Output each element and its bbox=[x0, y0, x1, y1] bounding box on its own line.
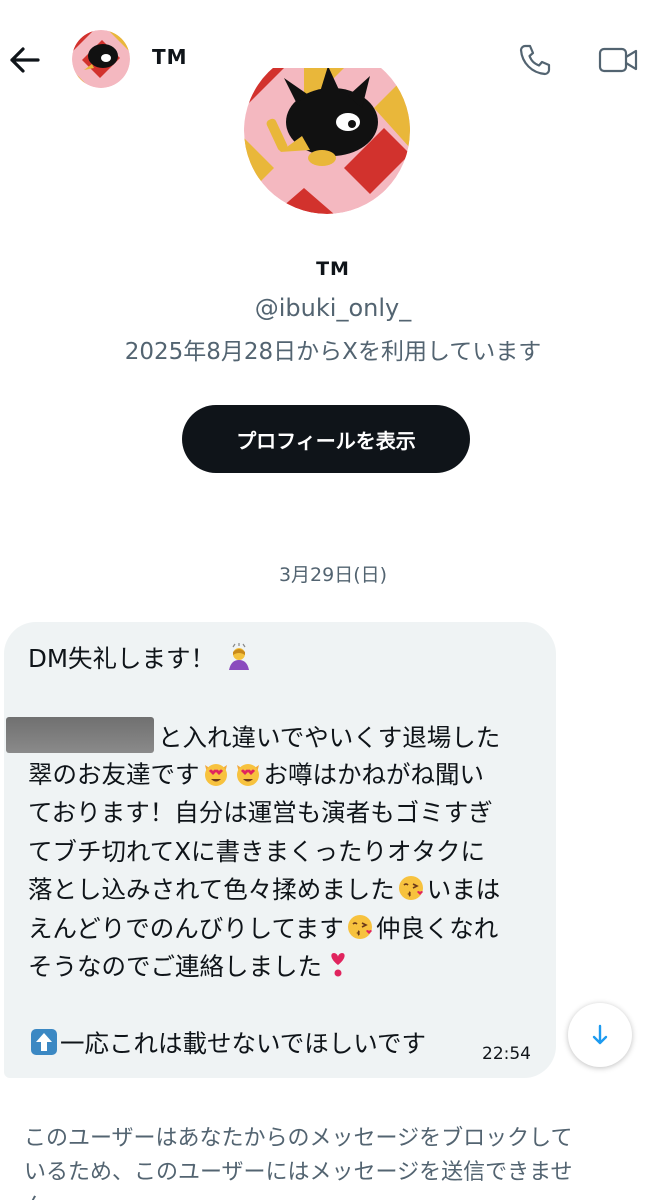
heart-eyes-cat-emoji-icon bbox=[236, 763, 259, 786]
phone-icon bbox=[519, 44, 551, 76]
blocked-notice-line: ん。 bbox=[24, 1190, 644, 1200]
profile-name: TM bbox=[316, 258, 350, 280]
message-line: いまは bbox=[426, 875, 501, 904]
message-line: えんどりでのんびりしてます bbox=[28, 913, 344, 943]
face-blowing-kiss-emoji-icon bbox=[398, 876, 423, 900]
message-line: てブチ切れてXに書きまくったりオタクに bbox=[28, 836, 486, 866]
message-line: ております！自分は運営も演者もゴミすぎ bbox=[28, 798, 493, 827]
redacted-text bbox=[6, 717, 154, 753]
message-line: 一応これは載せないでほしいです bbox=[60, 1029, 427, 1058]
person-bowing-emoji-icon bbox=[228, 643, 249, 670]
message-timestamp: 22:54 bbox=[482, 1044, 531, 1064]
view-profile-button[interactable]: プロフィールを表示 bbox=[182, 405, 470, 473]
message-text: DM失礼します！ と入れ違いでやいくす退場した 翠のお友達です お噂はかねがね聞… bbox=[6, 640, 538, 1064]
arrow-left-icon bbox=[10, 47, 40, 73]
video-call-button[interactable] bbox=[596, 40, 640, 80]
dm-conversation-screen: TM TM @ibuki_only_ 2025年8月28日からXを利用しています… bbox=[0, 0, 666, 1200]
header-username[interactable]: TM bbox=[152, 45, 188, 69]
message-line: そうなのでご連絡しました bbox=[28, 952, 322, 981]
message-line: 仲良くなれ bbox=[375, 913, 499, 943]
heart-exclamation-emoji-icon bbox=[331, 953, 345, 977]
profile-joined-date: 2025年8月28日からXを利用しています bbox=[124, 339, 542, 365]
arrow-down-icon bbox=[592, 1024, 608, 1045]
message-bubble[interactable]: DM失礼します！ と入れ違いでやいくす退場した 翠のお友達です お噂はかねがね聞… bbox=[4, 622, 556, 1078]
up-arrow-emoji-icon bbox=[31, 1029, 57, 1055]
face-blowing-kiss-emoji-icon bbox=[347, 914, 372, 939]
profile-handle: @ibuki_only_ bbox=[254, 294, 412, 322]
profile-avatar[interactable] bbox=[244, 68, 410, 214]
video-camera-icon bbox=[598, 47, 638, 73]
message-line: と入れ違いでやいくす退場した bbox=[158, 723, 501, 752]
blocked-notice-line: いるため、このユーザーにはメッセージを送信できませ bbox=[24, 1160, 573, 1185]
blocked-notice: このユーザーはあなたからのメッセージをブロックして いるため、このユーザーにはメ… bbox=[24, 1122, 644, 1200]
heart-eyes-cat-emoji-icon bbox=[204, 763, 227, 786]
message-line: 翠のお友達です bbox=[28, 759, 200, 789]
blocked-notice-line: このユーザーはあなたからのメッセージをブロックして bbox=[24, 1126, 573, 1151]
scroll-to-bottom-button[interactable] bbox=[568, 1003, 632, 1067]
message-line: DM失礼します！ bbox=[28, 644, 216, 673]
call-button[interactable] bbox=[514, 40, 554, 80]
avatar[interactable] bbox=[72, 30, 130, 88]
back-button[interactable] bbox=[4, 40, 44, 80]
date-separator: 3月29日(日) bbox=[278, 564, 388, 586]
message-line: お噂はかねがね聞い bbox=[263, 759, 485, 789]
message-line: 落とし込みされて色々揉めました bbox=[28, 875, 395, 904]
